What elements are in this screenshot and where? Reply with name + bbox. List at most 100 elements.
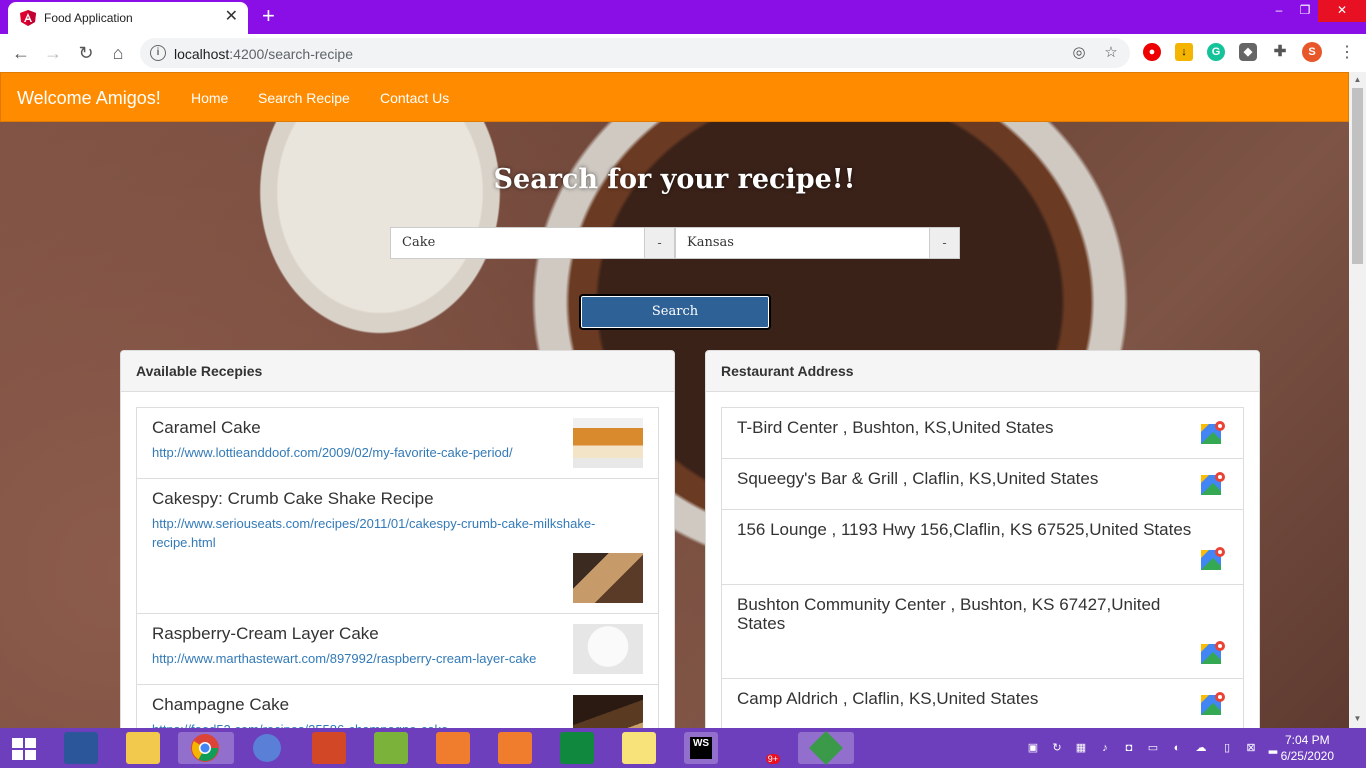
home-icon[interactable]: ⌂ [107,42,129,64]
chrome-icon [191,734,219,762]
location-search-field[interactable] [675,227,931,259]
volume-icon[interactable]: ♪ [1098,741,1112,755]
top-navbar: Welcome Amigos! Home Search Recipe Conta… [0,72,1349,122]
microsoft-store-icon[interactable] [560,732,594,764]
download-extension-icon[interactable]: ↓ [1175,43,1193,61]
site-info-icon[interactable]: i [150,45,166,61]
recipe-item[interactable]: Caramel Cake http://www.lottieanddoof.co… [136,407,659,479]
network-warning-icon[interactable]: ⊠ [1244,741,1258,755]
recipe-field-addon: - [644,227,675,259]
browser-tab[interactable]: Food Application ✕ [8,2,248,34]
recipe-search-input[interactable] [402,235,632,250]
recipe-title: Champagne Cake [152,695,290,714]
back-arrow-icon[interactable]: ← [10,42,32,64]
app-tray-icon[interactable]: ◐ [1170,741,1184,755]
clock-date: 6/25/2020 [1280,749,1334,763]
recipe-title: Cakespy: Crumb Cake Shake Recipe [152,489,434,508]
clock-time: 7:04 PM [1284,733,1330,747]
location-field-addon: - [929,227,960,259]
navbar-brand[interactable]: Welcome Amigos! [17,88,161,109]
close-window-button[interactable]: ✕ [1318,0,1366,22]
address-text: T-Bird Center , Bushton, KS,United State… [737,418,1054,437]
word-icon[interactable] [64,732,98,764]
angular-logo-icon [20,10,36,26]
system-clock[interactable]: 7:04 PM 6/25/2020 [1281,732,1334,764]
adblock-extension-icon[interactable]: ● [1143,43,1161,61]
scrollbar-thumb[interactable] [1352,88,1363,264]
shield-extension-icon[interactable]: ◆ [1239,43,1257,61]
chrome-taskbar-button[interactable] [178,732,234,764]
close-tab-icon[interactable]: ✕ [225,8,238,26]
nav-link-contact-us[interactable]: Contact Us [380,90,449,106]
recipe-link[interactable]: https://food52.com/recipes/25586-champag… [152,720,448,728]
scroll-down-arrow-icon[interactable]: ▼ [1352,714,1363,724]
address-text: Bushton Community Center , Bushton, KS 6… [737,595,1161,633]
sync-icon[interactable]: ↻ [1050,741,1064,755]
google-maps-icon[interactable] [1200,471,1226,497]
file-explorer-icon[interactable] [126,732,160,764]
recipe-item[interactable]: Cakespy: Crumb Cake Shake Recipe http://… [136,478,659,614]
updates-badge: 9+ [765,754,780,764]
google-maps-icon[interactable] [1200,640,1226,666]
media-app-icon[interactable] [436,732,470,764]
address-item[interactable]: T-Bird Center , Bushton, KS,United State… [721,407,1244,459]
url-text[interactable]: localhost:4200/search-recipe [174,46,353,62]
webstorm-icon[interactable]: WS [684,732,718,764]
google-maps-icon[interactable] [1200,691,1226,717]
green-app-icon[interactable] [798,731,854,765]
nav-link-search-recipe[interactable]: Search Recipe [258,90,350,106]
address-item[interactable]: 156 Lounge , 1193 Hwy 156,Claflin, KS 67… [721,509,1244,585]
address-bar[interactable]: i localhost:4200/search-recipe ◎ ☆ [140,38,1130,68]
network-adapter-icon[interactable]: ▣ [1026,741,1040,755]
updates-app-icon[interactable]: 9+ [746,732,780,764]
address-text: 156 Lounge , 1193 Hwy 156,Claflin, KS 67… [737,520,1192,539]
grammarly-extension-icon[interactable]: G [1207,43,1225,61]
recipe-link[interactable]: http://www.marthastewart.com/897992/rasp… [152,649,536,668]
url-path: :4200/search-recipe [229,46,354,62]
profile-avatar[interactable]: S [1302,42,1322,62]
extensions-puzzle-icon[interactable]: ✚ [1271,43,1289,61]
big-farm-game-icon[interactable] [374,732,408,764]
new-tab-button[interactable]: + [262,4,275,28]
search-button[interactable]: Search [579,294,771,330]
monitor-tray-icon[interactable]: ▭ [1146,741,1160,755]
bookmark-star-icon[interactable]: ☆ [1103,45,1119,61]
address-item[interactable]: Squeegy's Bar & Grill , Claflin, KS,Unit… [721,458,1244,510]
url-host: localhost [174,46,230,62]
more-menu-icon[interactable]: ⋮ [1336,42,1358,64]
display-icon[interactable]: ▦ [1074,741,1088,755]
recipe-search-field[interactable] [390,227,645,259]
reload-icon[interactable]: ↻ [75,42,97,64]
powerpoint-icon[interactable] [312,732,346,764]
google-maps-icon[interactable] [1200,420,1226,446]
recipe-item[interactable]: Champagne Cake https://food52.com/recipe… [136,684,659,728]
cloud-icon[interactable]: ☁ [1194,741,1208,755]
sticky-notes-icon[interactable] [622,732,656,764]
recipes-panel: Available Recepies Caramel Cake http://w… [120,350,675,728]
battery-icon[interactable]: ▯ [1220,741,1234,755]
nav-link-home[interactable]: Home [191,90,228,106]
camera-tray-icon[interactable]: ◘ [1122,741,1136,755]
forward-arrow-icon[interactable]: → [42,42,64,64]
restaurant-address-panel: Restaurant Address T-Bird Center , Busht… [705,350,1260,728]
wifi-signal-icon[interactable]: ▂ [1266,741,1280,755]
page-title: Search for your recipe!! [493,164,856,195]
location-search-input[interactable] [687,235,917,250]
google-maps-icon[interactable] [1200,546,1226,572]
restore-button[interactable]: ❐ [1290,0,1320,22]
recipe-thumbnail [573,553,643,603]
page-scrollbar[interactable]: ▲ ▼ [1349,72,1366,728]
scroll-up-arrow-icon[interactable]: ▲ [1352,75,1363,85]
recipe-link[interactable]: http://www.seriouseats.com/recipes/2011/… [152,514,643,552]
chrome-alt-icon[interactable] [250,732,284,764]
address-item[interactable]: Bushton Community Center , Bushton, KS 6… [721,584,1244,679]
recipe-item[interactable]: Raspberry-Cream Layer Cake http://www.ma… [136,613,659,685]
recipe-link[interactable]: http://www.lottieanddoof.com/2009/02/my-… [152,443,513,462]
browser-tab-strip: Food Application ✕ + – ❐ ✕ [0,0,1366,34]
recipes-panel-heading: Available Recepies [121,351,674,392]
camera-app-icon[interactable] [498,732,532,764]
address-item[interactable]: Camp Aldrich , Claflin, KS,United States [721,678,1244,728]
windows-start-icon[interactable] [12,738,36,760]
location-target-icon[interactable]: ◎ [1071,45,1087,61]
page-background: Welcome Amigos! Home Search Recipe Conta… [0,72,1349,728]
